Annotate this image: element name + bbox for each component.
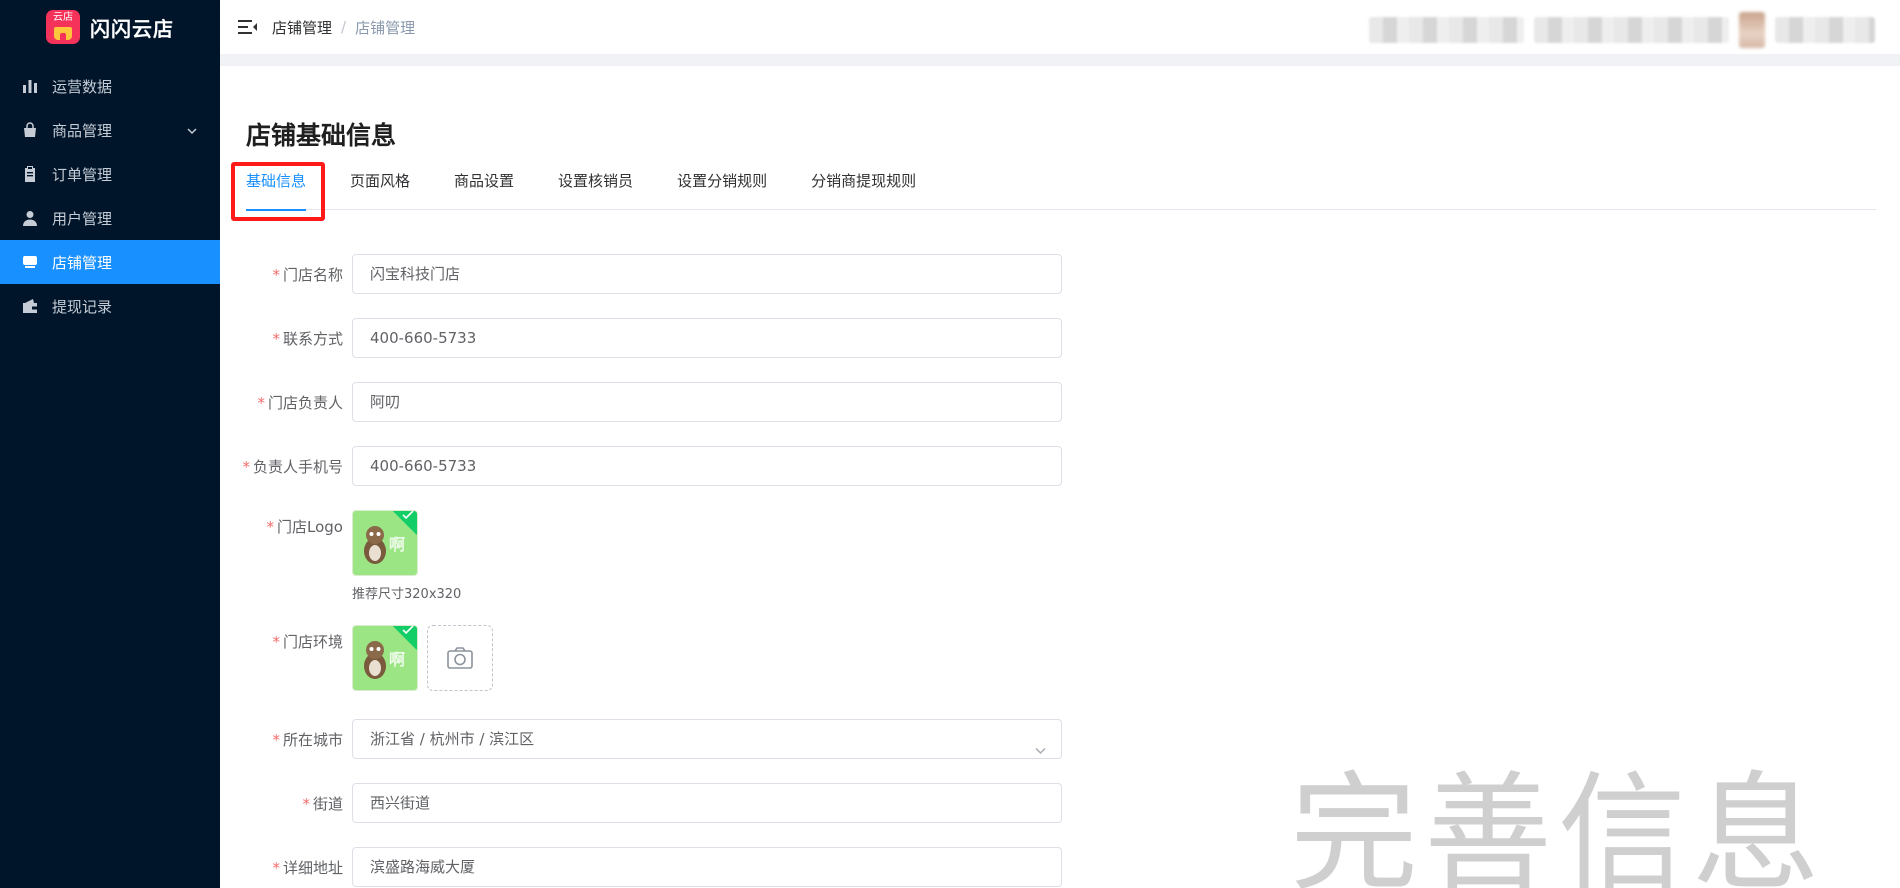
- sidebar-item-product-management[interactable]: 商品管理: [0, 108, 220, 152]
- menu-fold-icon[interactable]: [238, 19, 258, 35]
- form-label: * 门店负责人: [257, 394, 343, 412]
- sidebar-item-order-management[interactable]: 订单管理: [0, 152, 220, 196]
- manager-phone-input[interactable]: 400-660-5733: [352, 446, 1062, 486]
- form-label: * 门店Logo: [266, 518, 343, 536]
- sidebar-item-label: 订单管理: [52, 165, 113, 184]
- watermark-text: 完善信息: [1290, 760, 1827, 888]
- sidebar-item-operations-data[interactable]: 运营数据: [0, 64, 220, 108]
- manager-input[interactable]: 阿叨: [352, 382, 1062, 422]
- tab-bar: 基础信息 页面风格 商品设置 设置核销员 设置分销规则 分销商提现规则: [246, 170, 1876, 211]
- sidebar-item-label: 提现记录: [52, 297, 113, 316]
- address-input[interactable]: 滨盛路海威大厦: [352, 847, 1062, 887]
- form-label: * 负责人手机号: [242, 458, 343, 476]
- camera-icon: [447, 647, 473, 669]
- sidebar-item-label: 店铺管理: [52, 253, 113, 272]
- mascot-image: [361, 638, 389, 682]
- tab-verifier-settings[interactable]: 设置核销员: [558, 170, 633, 210]
- sidebar-item-withdrawal-records[interactable]: 提现记录: [0, 284, 220, 328]
- blurred-info: [1534, 17, 1729, 43]
- wallet-icon: [22, 298, 38, 314]
- user-icon: [22, 210, 38, 226]
- breadcrumb: 店铺管理 / 店铺管理: [272, 17, 415, 38]
- sidebar-item-label: 商品管理: [52, 121, 113, 140]
- store-icon: [22, 254, 38, 270]
- brand-logo[interactable]: 云店 闪闪云店: [0, 0, 220, 54]
- sidebar: 云店 闪闪云店 运营数据 商品管理 订单管理 用户管理 店铺管理 提现记录: [0, 0, 220, 888]
- top-header: 店铺管理 / 店铺管理: [220, 0, 1900, 54]
- logo-image-thumbnail[interactable]: 啊: [352, 510, 418, 576]
- breadcrumb-separator: /: [341, 18, 347, 36]
- store-logo-icon: 云店: [46, 10, 80, 44]
- sidebar-item-label: 运营数据: [52, 77, 113, 96]
- breadcrumb-item[interactable]: 店铺管理: [272, 17, 332, 38]
- contact-input[interactable]: 400-660-5733: [352, 318, 1062, 358]
- blurred-username: [1775, 17, 1875, 43]
- store-name-input[interactable]: 闪宝科技门店: [352, 254, 1062, 294]
- street-input[interactable]: 西兴街道: [352, 783, 1062, 823]
- shopping-bag-icon: [22, 122, 38, 138]
- form-label: * 门店环境: [272, 633, 343, 651]
- sidebar-item-store-management[interactable]: 店铺管理: [0, 240, 220, 284]
- form-label: * 街道: [302, 795, 343, 813]
- breadcrumb-current: 店铺管理: [355, 18, 416, 37]
- chevron-down-icon: [186, 123, 198, 135]
- header-user-area[interactable]: [1369, 12, 1875, 48]
- sidebar-menu: 运营数据 商品管理 订单管理 用户管理 店铺管理 提现记录: [0, 64, 220, 328]
- add-photo-button[interactable]: [427, 625, 493, 691]
- check-icon: [402, 511, 414, 520]
- avatar[interactable]: [1739, 12, 1765, 48]
- bar-chart-icon: [22, 78, 38, 94]
- tab-withdrawal-rules[interactable]: 分销商提现规则: [811, 170, 916, 210]
- form-label: * 所在城市: [272, 731, 343, 749]
- blurred-info: [1369, 17, 1524, 43]
- mascot-image: [361, 523, 389, 567]
- clipboard-icon: [22, 166, 38, 182]
- sidebar-item-label: 用户管理: [52, 209, 113, 228]
- tab-basic-info[interactable]: 基础信息: [246, 170, 307, 211]
- form-label: * 联系方式: [272, 330, 343, 348]
- tab-distribution-rules[interactable]: 设置分销规则: [677, 170, 767, 210]
- tab-product-settings[interactable]: 商品设置: [454, 170, 514, 210]
- tab-page-style[interactable]: 页面风格: [350, 170, 410, 210]
- city-value: 浙江省 / 杭州市 / 滨江区: [370, 730, 535, 748]
- check-icon: [402, 626, 414, 635]
- environment-image-thumbnail[interactable]: 啊: [352, 625, 418, 691]
- brand-name: 闪闪云店: [90, 16, 174, 41]
- city-cascader[interactable]: 浙江省 / 杭州市 / 滨江区: [352, 719, 1062, 759]
- sidebar-item-user-management[interactable]: 用户管理: [0, 196, 220, 240]
- chevron-down-icon: [1034, 733, 1047, 755]
- logo-size-hint: 推荐尺寸320x320: [352, 587, 462, 602]
- form-label: * 门店名称: [272, 266, 343, 284]
- page-title: 店铺基础信息: [246, 121, 397, 150]
- form-label: * 详细地址: [272, 859, 343, 877]
